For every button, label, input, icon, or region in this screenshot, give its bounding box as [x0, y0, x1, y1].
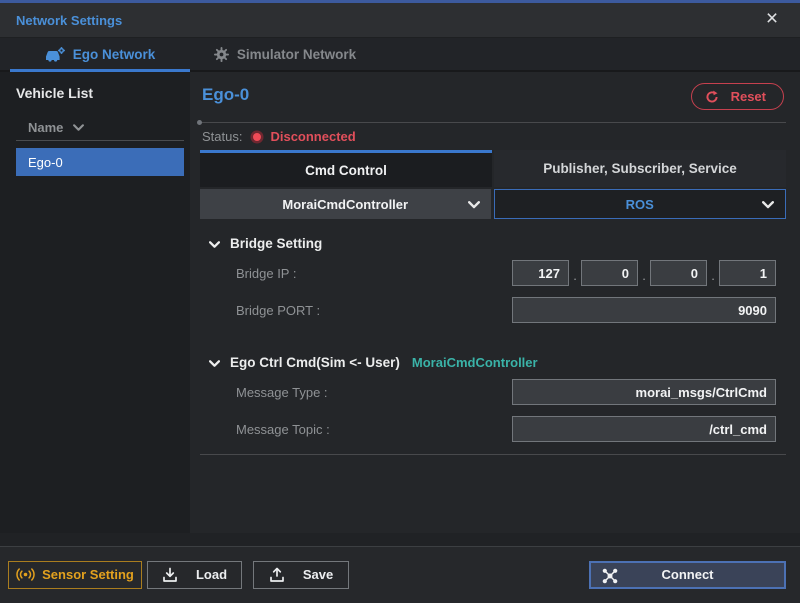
page-title: Ego-0: [202, 85, 249, 105]
collapse-chevron-icon: [209, 360, 220, 367]
message-type-row: Message Type :: [200, 377, 786, 407]
save-button[interactable]: Save: [253, 561, 349, 589]
bridge-ip-label: Bridge IP :: [236, 266, 296, 281]
gear-icon: [214, 47, 229, 62]
status-dot-icon: [253, 133, 261, 141]
bridge-ip-octet-3[interactable]: [650, 260, 707, 286]
connect-button[interactable]: Connect: [589, 561, 786, 589]
controller-select-value: MoraiCmdController: [282, 197, 408, 212]
chevron-down-icon: [468, 201, 480, 209]
dialog-title: Network Settings: [16, 13, 122, 28]
download-icon: [162, 567, 178, 583]
tab-ego-network-label: Ego Network: [73, 47, 156, 62]
vehicle-list-title: Vehicle List: [16, 85, 190, 101]
control-tabs: Cmd Control Publisher, Subscriber, Servi…: [200, 150, 786, 187]
vehicle-row-ego-0[interactable]: Ego-0: [16, 148, 184, 176]
tab-simulator-network[interactable]: Simulator Network: [190, 38, 380, 70]
bridge-port-row: Bridge PORT :: [200, 295, 786, 325]
controller-select[interactable]: MoraiCmdController: [200, 189, 491, 219]
load-button[interactable]: Load: [147, 561, 242, 589]
status-label: Status:: [202, 129, 242, 144]
chevron-down-icon: [762, 201, 774, 209]
title-bar: Network Settings ×: [0, 3, 800, 38]
vehicle-name: Ego-0: [28, 155, 63, 170]
sensor-setting-button[interactable]: Sensor Setting: [8, 561, 142, 589]
connect-label: Connect: [662, 567, 714, 582]
name-header-label: Name: [28, 120, 63, 135]
ego-ctrl-cmd-title: Ego Ctrl Cmd(Sim <- User): [230, 355, 400, 370]
sensor-broadcast-icon: [16, 568, 35, 581]
connect-network-icon: [601, 567, 619, 585]
vehicle-list-name-header[interactable]: Name: [16, 115, 184, 141]
message-topic-input[interactable]: [512, 416, 776, 442]
tab-cmd-control-label: Cmd Control: [305, 163, 387, 178]
message-type-label: Message Type :: [236, 385, 328, 400]
scroll-dot: [197, 120, 202, 125]
separator: [200, 122, 786, 123]
protocol-select-value: ROS: [626, 197, 654, 212]
dropdown-row: MoraiCmdController ROS: [200, 189, 786, 219]
message-topic-label: Message Topic :: [236, 422, 330, 437]
bridge-ip-octet-1[interactable]: [512, 260, 569, 286]
chevron-down-icon: [73, 124, 84, 131]
bridge-setting-title: Bridge Setting: [230, 236, 322, 251]
upload-icon: [269, 567, 285, 583]
bridge-ip-octet-2[interactable]: [581, 260, 638, 286]
reset-icon: [705, 90, 719, 104]
bridge-port-input[interactable]: [512, 297, 776, 323]
network-tabs: Ego Network Simulator Network: [0, 38, 800, 72]
bridge-ip-row: Bridge IP : . . .: [200, 258, 786, 288]
panel-header: Ego-0 Reset: [200, 72, 786, 122]
footer-bar: Sensor Setting Load Save: [0, 533, 800, 603]
load-label: Load: [196, 567, 227, 582]
bridge-ip-inputs: . . .: [512, 260, 776, 286]
tab-cmd-control[interactable]: Cmd Control: [200, 150, 492, 187]
close-icon[interactable]: ×: [758, 5, 786, 33]
save-label: Save: [303, 567, 333, 582]
sensor-setting-label: Sensor Setting: [42, 567, 134, 582]
tab-simulator-network-label: Simulator Network: [237, 47, 356, 62]
ip-separator: .: [707, 268, 719, 286]
tab-publisher-subscriber-service[interactable]: Publisher, Subscriber, Service: [494, 150, 786, 187]
tab-ego-network[interactable]: Ego Network: [10, 38, 190, 70]
vehicle-list-panel: Vehicle List Name Ego-0: [0, 72, 190, 533]
ip-separator: .: [638, 268, 650, 286]
status-row: Status: Disconnected: [200, 123, 786, 150]
bridge-port-label: Bridge PORT :: [236, 303, 320, 318]
network-settings-dialog: Network Settings × Ego Network: [0, 0, 800, 603]
protocol-select[interactable]: ROS: [494, 189, 787, 219]
ego-detail-panel: Ego-0 Reset Status: Disconnected: [190, 72, 800, 533]
message-type-input[interactable]: [512, 379, 776, 405]
bridge-setting-section-header[interactable]: Bridge Setting: [200, 236, 786, 251]
message-topic-row: Message Topic :: [200, 414, 786, 444]
ego-ctrl-cmd-section-header[interactable]: Ego Ctrl Cmd(Sim <- User) MoraiCmdContro…: [200, 355, 786, 370]
car-gear-icon: [45, 47, 65, 62]
vehicle-list: Name Ego-0: [16, 115, 184, 176]
status-value: Disconnected: [270, 129, 355, 144]
separator: [200, 454, 786, 455]
tab-pss-label: Publisher, Subscriber, Service: [543, 161, 737, 176]
bridge-ip-octet-4[interactable]: [719, 260, 776, 286]
reset-button[interactable]: Reset: [691, 83, 784, 110]
collapse-chevron-icon: [209, 241, 220, 248]
controller-badge: MoraiCmdController: [412, 355, 538, 370]
ip-separator: .: [569, 268, 581, 286]
reset-label: Reset: [731, 89, 766, 104]
